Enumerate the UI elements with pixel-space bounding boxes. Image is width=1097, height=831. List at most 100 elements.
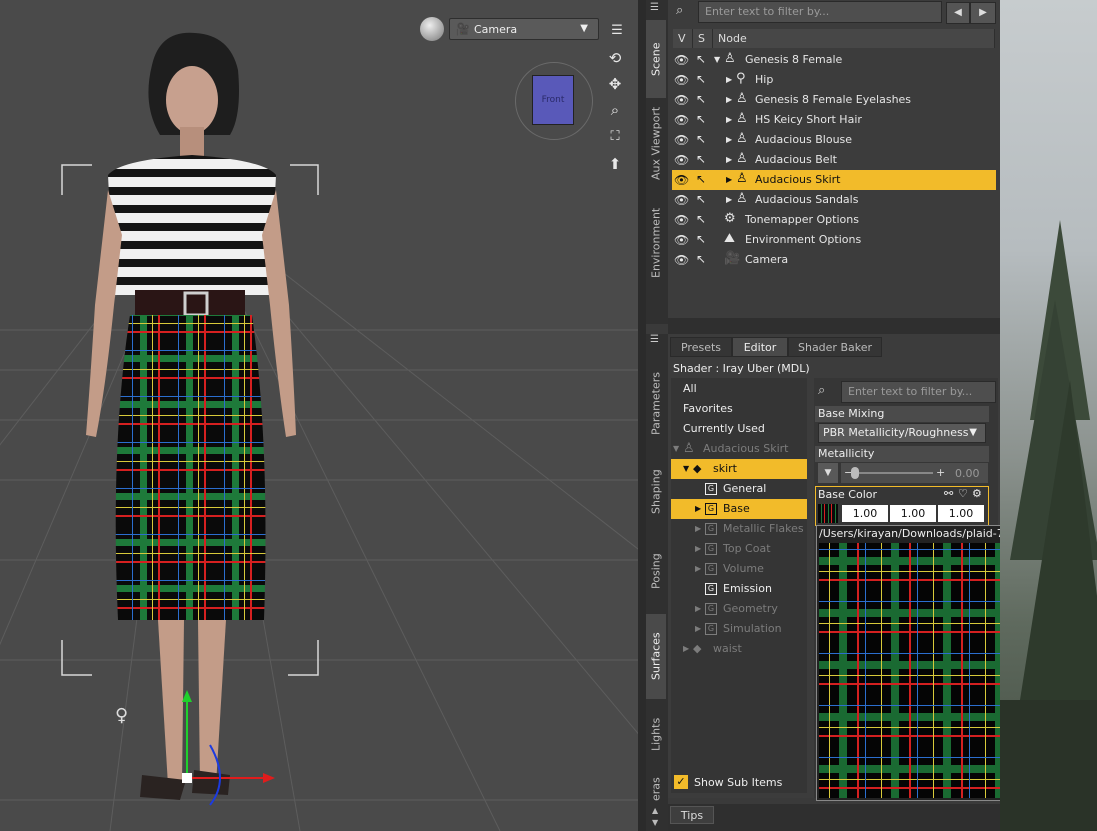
- expand-arrow-icon[interactable]: ▶: [683, 639, 689, 659]
- tree-item-geometry[interactable]: ▶ G Geometry: [671, 599, 807, 619]
- metallicity-slider[interactable]: − + 0.00: [841, 463, 988, 483]
- eye-icon[interactable]: 👁: [674, 113, 689, 127]
- eye-icon[interactable]: 👁: [674, 253, 689, 267]
- expand-arrow-icon[interactable]: ▶: [726, 155, 732, 164]
- tab-cameras[interactable]: eras: [646, 774, 666, 804]
- tree-item-skirt[interactable]: ▼ ◆ skirt: [671, 459, 807, 479]
- select-pointer-icon[interactable]: ↖: [696, 52, 706, 66]
- eye-icon[interactable]: 👁: [674, 53, 689, 67]
- tab-presets[interactable]: Presets: [670, 337, 732, 357]
- base-color-r[interactable]: 1.00: [842, 505, 888, 522]
- select-pointer-icon[interactable]: ↖: [696, 152, 706, 166]
- favorite-heart-icon[interactable]: ♡: [958, 487, 968, 500]
- pane-menu-icon[interactable]: ☰: [650, 334, 659, 345]
- viewport[interactable]: ♀ 🎥 Camera ▼ ☰ Front ⟲ ✥ ⌕ ⛶ ⬆: [0, 0, 638, 831]
- expand-arrow-icon[interactable]: ▶: [726, 195, 732, 204]
- collapse-left-icon[interactable]: ◀: [946, 2, 970, 24]
- expand-arrow-icon[interactable]: ▶: [695, 619, 701, 639]
- texture-thumbnail[interactable]: [818, 504, 838, 523]
- tree-item-metallic-flakes[interactable]: ▶ G Metallic Flakes: [671, 519, 807, 539]
- expand-arrow-icon[interactable]: ▶: [726, 175, 732, 184]
- pane-menu-icon[interactable]: ☰: [650, 2, 659, 13]
- scene-node-row[interactable]: 👁 ↖ ▼ ♙ Genesis 8 Female: [672, 50, 996, 70]
- select-pointer-icon[interactable]: ↖: [696, 172, 706, 186]
- select-pointer-icon[interactable]: ↖: [696, 212, 706, 226]
- expand-arrow-icon[interactable]: ▼: [683, 459, 689, 479]
- expand-arrow-icon[interactable]: ▶: [695, 539, 701, 559]
- scene-node-row[interactable]: 👁 ↖ ▶ ♙ HS Keicy Short Hair: [672, 110, 996, 130]
- scene-node-row[interactable]: 👁 ↖ ⚙ Tonemapper Options: [672, 210, 996, 230]
- tab-parameters[interactable]: Parameters: [646, 354, 666, 454]
- scene-node-row[interactable]: 👁 ↖ ▶ ♙ Audacious Sandals: [672, 190, 996, 210]
- tab-environment[interactable]: Environment: [646, 195, 666, 290]
- select-pointer-icon[interactable]: ↖: [696, 132, 706, 146]
- base-mixing-dropdown[interactable]: PBR Metallicity/Roughness ▼: [818, 423, 986, 443]
- scene-node-row-selected[interactable]: 👁 ↖ ▶ ♙ Audacious Skirt: [672, 170, 996, 190]
- metallicity-menu-icon[interactable]: ▼: [818, 463, 838, 483]
- tab-scene[interactable]: Scene: [646, 20, 666, 98]
- column-node[interactable]: Node: [713, 29, 995, 48]
- render-sphere-icon[interactable]: [420, 17, 444, 41]
- select-pointer-icon[interactable]: ↖: [696, 252, 706, 266]
- gear-icon[interactable]: ⚙: [972, 487, 982, 500]
- tree-item-favorites[interactable]: Favorites: [671, 399, 807, 419]
- base-color-g[interactable]: 1.00: [890, 505, 936, 522]
- tree-item-figure[interactable]: ▼ ♙ Audacious Skirt: [671, 439, 807, 459]
- tab-aux-viewport[interactable]: Aux Viewport: [646, 98, 666, 188]
- expand-right-icon[interactable]: ▶: [970, 2, 996, 24]
- scene-node-row[interactable]: 👁 ↖ ⛰ Environment Options: [672, 230, 996, 250]
- tree-item-top-coat[interactable]: ▶ G Top Coat: [671, 539, 807, 559]
- eye-icon[interactable]: 👁: [674, 193, 689, 207]
- tree-item-waist[interactable]: ▶ ◆ waist: [671, 639, 807, 659]
- eye-icon[interactable]: 👁: [674, 93, 689, 107]
- scene-node-row[interactable]: 👁 ↖ ▶ ♙ Audacious Blouse: [672, 130, 996, 150]
- panel-splitter[interactable]: [668, 318, 1000, 334]
- pan-icon[interactable]: ✥: [604, 73, 626, 95]
- frame-icon[interactable]: ⛶: [604, 126, 626, 148]
- eye-icon[interactable]: 👁: [674, 153, 689, 167]
- expand-arrow-icon[interactable]: ▶: [695, 499, 701, 519]
- scene-node-row[interactable]: 👁 ↖ ▶ ♙ Genesis 8 Female Eyelashes: [672, 90, 996, 110]
- eye-icon[interactable]: 👁: [674, 73, 689, 87]
- viewport-menu-icon[interactable]: ☰: [606, 20, 628, 42]
- expand-arrow-icon[interactable]: ▶: [726, 135, 732, 144]
- orbit-icon[interactable]: ⟲: [604, 47, 626, 69]
- tree-item-emission[interactable]: G Emission: [671, 579, 807, 599]
- tree-item-general[interactable]: G General: [671, 479, 807, 499]
- link-icon[interactable]: ⚯: [944, 487, 953, 500]
- figure-pose-icon[interactable]: ♀: [115, 705, 128, 726]
- column-visible[interactable]: V: [673, 29, 693, 48]
- expand-arrow-icon[interactable]: ▶: [726, 95, 732, 104]
- scene-node-row[interactable]: 👁 ↖ 🎥 Camera: [672, 250, 996, 270]
- eye-icon[interactable]: 👁: [674, 233, 689, 247]
- tab-surfaces[interactable]: Surfaces: [646, 614, 666, 699]
- expand-arrow-icon[interactable]: ▶: [695, 559, 701, 579]
- eye-icon[interactable]: 👁: [674, 133, 689, 147]
- column-selectable[interactable]: S: [693, 29, 713, 48]
- expand-arrow-icon[interactable]: ▶: [695, 519, 701, 539]
- scene-node-row[interactable]: 👁 ↖ ▶ ⚲ Hip: [672, 70, 996, 90]
- tree-item-base[interactable]: ▶ G Base: [671, 499, 807, 519]
- tree-item-volume[interactable]: ▶ G Volume: [671, 559, 807, 579]
- expand-arrow-icon[interactable]: ▶: [726, 75, 732, 84]
- reset-view-icon[interactable]: ⬆: [604, 153, 626, 175]
- select-pointer-icon[interactable]: ↖: [696, 112, 706, 126]
- eye-icon[interactable]: 👁: [674, 173, 689, 187]
- tab-posing[interactable]: Posing: [646, 534, 666, 609]
- slider-handle[interactable]: [851, 467, 859, 479]
- tree-item-currently-used[interactable]: Currently Used: [671, 419, 807, 439]
- plus-icon[interactable]: +: [936, 466, 945, 479]
- tab-shader-baker[interactable]: Shader Baker: [788, 337, 882, 357]
- scene-filter-input[interactable]: Enter text to filter by...: [698, 1, 942, 23]
- camera-dropdown[interactable]: 🎥 Camera ▼: [449, 18, 599, 40]
- expand-arrow-icon[interactable]: ▼: [673, 439, 679, 459]
- expand-arrow-icon[interactable]: ▶: [695, 599, 701, 619]
- tab-shaping[interactable]: Shaping: [646, 454, 666, 529]
- property-filter-input[interactable]: Enter text to filter by...: [841, 381, 996, 403]
- scene-node-row[interactable]: 👁 ↖ ▶ ♙ Audacious Belt: [672, 150, 996, 170]
- transform-gizmo[interactable]: [155, 690, 275, 810]
- tips-tab[interactable]: Tips: [670, 806, 714, 824]
- select-pointer-icon[interactable]: ↖: [696, 92, 706, 106]
- expand-arrow-icon[interactable]: ▼: [714, 55, 720, 64]
- show-sub-items-checkbox[interactable]: ✓: [674, 775, 688, 789]
